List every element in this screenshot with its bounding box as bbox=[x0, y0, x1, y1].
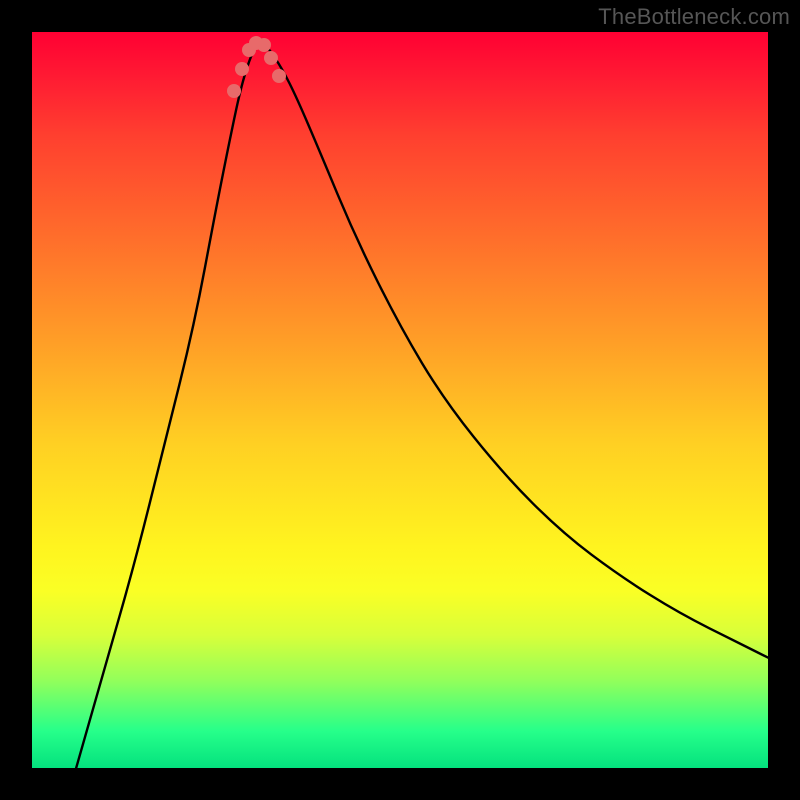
bottleneck-curve bbox=[76, 44, 768, 768]
chart-plot-area bbox=[32, 32, 768, 768]
watermark-text: TheBottleneck.com bbox=[598, 4, 790, 30]
highlight-dot bbox=[272, 69, 286, 83]
highlight-dot bbox=[227, 84, 241, 98]
highlight-dot bbox=[235, 62, 249, 76]
chart-svg bbox=[32, 32, 768, 768]
highlight-dot bbox=[264, 51, 278, 65]
